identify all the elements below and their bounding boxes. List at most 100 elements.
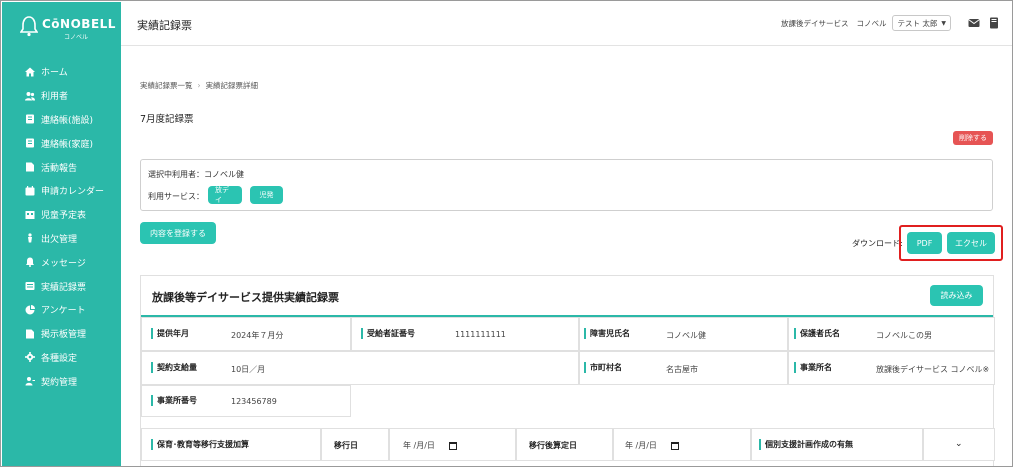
provide-month-label: 提供年月 [151,328,189,339]
breadcrumb-parent[interactable]: 実績記録票一覧 [140,81,193,90]
sidebar-item-label: 児童予定表 [41,211,87,222]
service-tag-jihatsu[interactable]: 児発 [250,186,283,204]
sidebar-item-label: 掲示板管理 [41,330,87,341]
calendar-icon [24,185,36,197]
provide-month-value: 2024年７月分 [231,331,284,340]
guardian-name-value: コノベルこの男 [876,331,932,340]
municipality-value: 名古屋市 [666,365,698,374]
sidebar-item-message[interactable]: メッセージ [2,250,121,274]
office-name-label: 事業所名 [794,362,832,373]
users-icon [24,90,36,102]
sidebar-item-record[interactable]: 実績記録票 [2,274,121,298]
sidebar-item-activity-report[interactable]: 活動報告 [2,155,121,179]
sidebar-item-label: 各種設定 [41,353,78,364]
chevron-down-icon: ▼ [941,19,946,27]
selected-user-value: コノベル健 [204,170,244,179]
sidebar-item-request-calendar[interactable]: 申請カレンダー [2,179,121,203]
home-icon [24,66,36,78]
breadcrumb: 実績記録票一覧 › 実績記録票詳細 [140,80,258,91]
breadcrumb-current: 実績記録票詳細 [205,81,259,90]
sidebar-item-child-schedule[interactable]: 児童予定表 [2,203,121,227]
office-no-value: 123456789 [231,397,277,406]
attendance-icon [24,232,36,244]
sidebar-item-survey[interactable]: アンケート [2,298,121,322]
sidebar-item-label: ホーム [41,68,68,79]
transition-date-placeholder: 年 /月/日 [403,441,435,450]
pdf-download-button[interactable]: PDF [907,232,942,254]
contract-amount-label: 契約支給量 [151,362,197,373]
notebook-icon [24,113,36,125]
sidebar-item-attendance[interactable]: 出欠管理 [2,227,121,251]
user-select[interactable]: テスト 太郎 ▼ [892,15,951,31]
sidebar-item-users[interactable]: 利用者 [2,84,121,108]
after-date-label: 移行後算定日 [529,441,577,450]
register-button[interactable]: 内容を登録する [140,222,216,244]
sidebar: CōNOBELL コノベル ホーム 利用者 連絡帳(施設) 連絡帳(家庭) 活動… [2,2,121,466]
card-title: 放課後等デイサービス提供実績記録票 [152,291,339,304]
sidebar-item-label: 活動報告 [41,163,78,174]
field-cell-contract-amount [141,351,579,385]
transition-date-input[interactable]: 年 /月/日 [403,440,457,451]
sidebar-item-board[interactable]: 掲示板管理 [2,322,121,346]
municipality-label: 市町村名 [584,362,622,373]
recipient-no-label: 受給者証番号 [361,328,415,339]
schedule-icon [24,209,36,221]
app-window: CōNOBELL コノベル ホーム 利用者 連絡帳(施設) 連絡帳(家庭) 活動… [0,0,1013,467]
record-card: 放課後等デイサービス提供実績記録票 読み込み 提供年月 2024年７月分 受給者… [140,275,995,466]
sidebar-nav: ホーム 利用者 連絡帳(施設) 連絡帳(家庭) 活動報告 申請カレンダー 児童予… [2,60,121,393]
list-icon [24,280,36,292]
transition-label: 保育･教育等移行支援加算 [151,439,249,450]
sidebar-item-home[interactable]: ホーム [2,60,121,84]
page-title: 実績記録票 [137,19,192,32]
sidebar-item-label: 連絡帳(家庭) [41,139,94,150]
calendar-picker-icon[interactable] [670,441,679,450]
child-name-label: 障害児氏名 [584,328,630,339]
selected-user: 選択中利用者：コノベル健 [148,169,244,180]
download-label: ダウンロード: [852,239,903,248]
board-icon [24,328,36,340]
guardian-name-label: 保護者氏名 [794,328,840,339]
recipient-no-value: 1111111111 [455,330,506,339]
user-select-value: テスト 太郎 [897,18,938,28]
delete-button[interactable]: 削除する [953,131,993,145]
header-right: 放課後デイサービス コノベル テスト 太郎 ▼ [781,15,1001,31]
service-label: 利用サービス： [148,192,204,201]
selection-panel: 選択中利用者：コノベル健 利用サービス： 放デイ 児発 [140,159,993,211]
sidebar-item-notebook-home[interactable]: 連絡帳(家庭) [2,131,121,155]
contract-amount-value: 10日／月 [231,365,266,374]
sidebar-item-label: アンケート [41,306,86,317]
brand-logo[interactable]: CōNOBELL コノベル [20,15,115,41]
sidebar-item-label: 利用者 [41,92,69,103]
notebook-home-icon [24,137,36,149]
breadcrumb-separator-icon: › [197,81,201,90]
load-button[interactable]: 読み込み [930,285,983,306]
sidebar-item-label: 連絡帳(施設) [41,115,94,126]
office-name-value: 放課後デイサービス コノベル※ [876,365,989,374]
brand-name: CōNOBELL [42,17,116,31]
book-icon[interactable] [987,16,1001,30]
sidebar-item-label: 契約管理 [41,377,78,388]
selected-user-label: 選択中利用者： [148,170,204,179]
report-icon [24,161,36,173]
child-name-value: コノベル健 [666,331,706,340]
chevron-down-icon[interactable]: ⌄ [955,439,963,449]
after-date-placeholder: 年 /月/日 [625,441,657,450]
header-service: 放課後デイサービス [780,18,849,28]
sidebar-item-notebook-facility[interactable]: 連絡帳(施設) [2,108,121,132]
excel-download-button[interactable]: エクセル [947,232,995,254]
brand-sub: コノベル [64,34,89,41]
bell-logo-icon [20,16,38,37]
mail-icon[interactable] [967,16,981,30]
after-date-input[interactable]: 年 /月/日 [625,440,679,451]
transition-date-label: 移行日 [334,441,358,450]
sidebar-item-label: 出欠管理 [41,234,78,245]
sidebar-item-settings[interactable]: 各種設定 [2,346,121,370]
office-no-label: 事業所番号 [151,395,197,406]
bell-icon [24,256,36,268]
calendar-picker-icon[interactable] [448,441,457,450]
sidebar-item-contract[interactable]: 契約管理 [2,369,121,393]
plan-label: 個別支援計画作成の有無 [759,439,853,450]
service-tag-houday[interactable]: 放デイ [208,186,242,204]
record-title: 7月度記録票 [140,114,194,125]
top-header: 実績記録票 放課後デイサービス コノベル テスト 太郎 ▼ [121,2,1012,46]
